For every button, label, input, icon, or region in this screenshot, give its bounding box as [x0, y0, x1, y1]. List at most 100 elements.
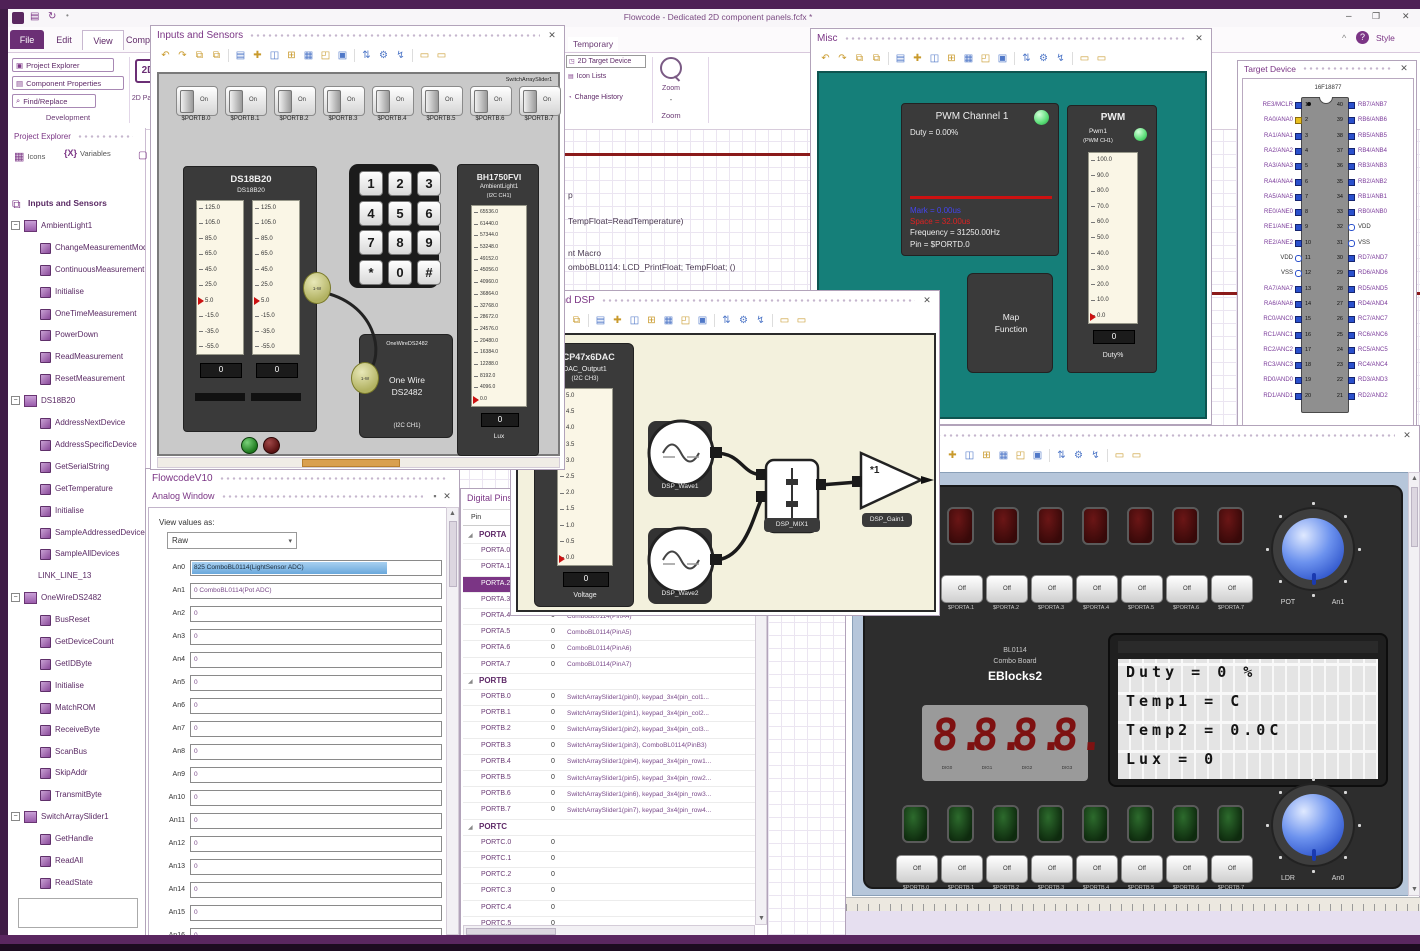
- toggle-button[interactable]: Off: [1211, 575, 1253, 603]
- tree-item[interactable]: ChangeMeasurementMode: [8, 238, 145, 260]
- project-explorer-button[interactable]: ▣ Project Explorer: [12, 58, 114, 72]
- digital-pin-row[interactable]: PORTC.0 0: [463, 836, 755, 852]
- analog-row-value[interactable]: 0: [190, 859, 442, 875]
- pin-pad[interactable]: [1295, 102, 1302, 109]
- toolbar-icon[interactable]: ▭: [417, 48, 432, 63]
- analog-row-value[interactable]: 0: [190, 790, 442, 806]
- pin-pad[interactable]: [1295, 178, 1302, 186]
- toggle-button[interactable]: Off: [1121, 575, 1163, 603]
- dsp-canvas[interactable]: MCP47x6DAC DAC_Output1 (I2C CH3) 5.0 4.5 4…: [516, 333, 936, 612]
- toolbar-icon[interactable]: ↯: [1053, 51, 1068, 66]
- analog-row-value[interactable]: 0: [190, 606, 442, 622]
- toolbar-icon[interactable]: ⧉: [192, 48, 207, 63]
- analog-row-value[interactable]: 0: [190, 675, 442, 691]
- toolbar-icon[interactable]: ▦: [301, 48, 316, 63]
- toolbar-icon[interactable]: ⚙: [376, 48, 391, 63]
- pin-pad[interactable]: [1295, 346, 1302, 354]
- map-function-block[interactable]: Map Function: [967, 273, 1053, 373]
- column-header[interactable]: Pin: [471, 514, 481, 521]
- pin-pad[interactable]: [1295, 392, 1302, 400]
- toolbar-icon[interactable]: ⧉: [869, 51, 884, 66]
- view-values-dropdown[interactable]: Raw ▾: [167, 532, 297, 549]
- tree-item[interactable]: SampleAllDevices: [8, 544, 145, 566]
- pin-pad[interactable]: [1348, 377, 1355, 385]
- expander-icon[interactable]: ◢: [468, 532, 473, 539]
- pin-pad[interactable]: [1348, 392, 1355, 400]
- toolbar-icon[interactable]: ▤: [233, 48, 248, 63]
- style-label[interactable]: Style: [1376, 33, 1395, 43]
- toolbar-icon[interactable]: ▤: [893, 51, 908, 66]
- slide-switch[interactable]: On: [519, 86, 561, 116]
- clipped-toolbar-icon[interactable]: ▢: [138, 150, 147, 161]
- close-icon[interactable]: ✕: [441, 491, 453, 502]
- temporary-tab[interactable]: Temporary: [568, 37, 619, 51]
- keypad-key[interactable]: 2: [388, 171, 412, 196]
- toggle-button[interactable]: Off: [1031, 855, 1073, 883]
- tree-item[interactable]: SampleAddressedDevice: [8, 523, 145, 545]
- pin-pad[interactable]: [1348, 346, 1355, 354]
- toolbar-icon[interactable]: ▭: [434, 48, 449, 63]
- tab-view[interactable]: View: [82, 30, 124, 50]
- help-icon[interactable]: ?: [1356, 31, 1369, 44]
- tree-item[interactable]: TransmitByte: [8, 785, 145, 807]
- toolbar-icon[interactable]: ⚙: [1071, 448, 1086, 463]
- pin-pad[interactable]: [1348, 178, 1355, 186]
- digital-pin-row[interactable]: PORTB.0 0 SwitchArraySlider1(pin0), keypad…: [463, 690, 755, 707]
- toolbar-icon[interactable]: ⧉: [852, 51, 867, 66]
- digital-pin-row[interactable]: PORTB.3 0 SwitchArraySlider1(pin3), ComboB…: [463, 739, 755, 755]
- pin-pad[interactable]: [1348, 362, 1355, 370]
- pin-pad[interactable]: [1348, 331, 1355, 339]
- analog-row-value[interactable]: 0: [190, 905, 442, 921]
- digital-pin-row[interactable]: PORTB.6 0 SwitchArraySlider1(pin6), keypad…: [463, 787, 755, 804]
- pwm-scale[interactable]: 100.0 90.0 80.0 70.0 60.0 50.0 40.0 30.0 20.0 10.…: [1088, 152, 1138, 324]
- toolbar-icon[interactable]: ⊞: [944, 51, 959, 66]
- collapse-ribbon-icon[interactable]: ^: [1342, 33, 1346, 43]
- inputs-canvas[interactable]: SwitchArraySlider1 On $PORTB.0 On $PORTB.1 O…: [157, 72, 561, 456]
- toolbar-icon[interactable]: ◫: [267, 48, 282, 63]
- tree-item[interactable]: Initialise: [8, 282, 145, 304]
- pin-pad[interactable]: [1295, 331, 1302, 339]
- analog-row-value[interactable]: 0: [190, 698, 442, 714]
- lux-scale[interactable]: 65536.0 61440.0 57344.0 53248.0 49152.0 45056…: [471, 205, 527, 407]
- digital-pin-row[interactable]: PORTA.7 0 ComboBL0114(PinA7): [463, 658, 755, 674]
- digital-pin-row[interactable]: PORTC.1 0: [463, 852, 755, 869]
- analog-row-value[interactable]: 0: [190, 767, 442, 783]
- expander-icon[interactable]: ◢: [468, 678, 473, 685]
- toolbar-icon[interactable]: ◰: [318, 48, 333, 63]
- pin-pad[interactable]: [1295, 255, 1302, 262]
- switch-knob[interactable]: [523, 90, 537, 113]
- toolbar-icon[interactable]: ◫: [627, 313, 642, 328]
- pin-pad[interactable]: [1348, 147, 1355, 155]
- dsp-wave1-label[interactable]: DSP_Wave1: [648, 483, 712, 490]
- tree-item[interactable]: GetTemperature: [8, 479, 145, 501]
- toggle-button[interactable]: Off: [1076, 855, 1118, 883]
- tree-item[interactable]: SkipAddr: [8, 763, 145, 785]
- toolbar-icon[interactable]: ▦: [661, 313, 676, 328]
- toolbar-icon[interactable]: ↯: [393, 48, 408, 63]
- pin-pad[interactable]: [1348, 285, 1355, 293]
- toggle-icon-lists[interactable]: ▤ Icon Lists: [568, 73, 606, 80]
- icons-toolbar-button[interactable]: ▦ Icons: [14, 150, 45, 163]
- tree-item[interactable]: BusReset: [8, 610, 145, 632]
- pin-pad[interactable]: [1348, 239, 1355, 247]
- toolbar-icon[interactable]: ✚: [610, 313, 625, 328]
- digital-pin-row[interactable]: PORTA.5 0 ComboBL0114(PinA5): [463, 625, 755, 642]
- keypad-key[interactable]: 4: [359, 200, 383, 226]
- variables-toolbar-button[interactable]: {X} Variables: [64, 148, 111, 158]
- switch-knob[interactable]: [180, 90, 194, 113]
- keypad-key[interactable]: 3: [417, 171, 441, 196]
- pot-knob[interactable]: [1265, 501, 1361, 597]
- toolbar-icon[interactable]: ▦: [961, 51, 976, 66]
- toolbar-icon[interactable]: ⇅: [719, 313, 734, 328]
- analog-row-value[interactable]: 0: [190, 721, 442, 737]
- toolbar-icon[interactable]: ▣: [995, 51, 1010, 66]
- expander-icon[interactable]: ◢: [468, 824, 473, 831]
- switch-knob[interactable]: [376, 90, 390, 113]
- digital-pin-row[interactable]: PORTA.6 0 ComboBL0114(PinA6): [463, 641, 755, 658]
- close-icon[interactable]: ✕: [1398, 63, 1410, 74]
- switch-knob[interactable]: [327, 90, 341, 113]
- toolbar-icon[interactable]: ✚: [910, 51, 925, 66]
- minimize-button[interactable]: –: [1346, 11, 1352, 22]
- close-icon[interactable]: ✕: [921, 295, 933, 306]
- toolbar-icon[interactable]: ↶: [158, 48, 173, 63]
